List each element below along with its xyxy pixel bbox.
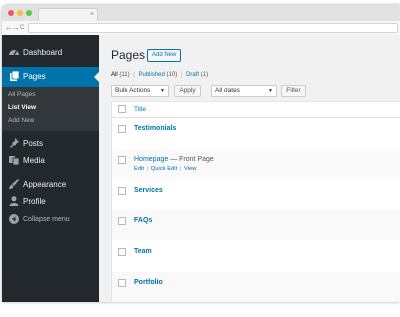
- filter-all[interactable]: All: [111, 72, 118, 78]
- bulk-actions-value: Bulk Actions: [115, 87, 151, 94]
- forward-icon[interactable]: →: [12, 22, 20, 34]
- main-content: Pages Add New All (11) | Published (10) …: [99, 35, 400, 302]
- user-icon: [9, 196, 19, 206]
- sidebar-item-label: Pages: [23, 72, 46, 81]
- page-title: Pages: [111, 48, 146, 62]
- action-separator: |: [179, 166, 182, 172]
- pin-icon: [10, 138, 19, 148]
- reload-icon[interactable]: C: [20, 22, 24, 34]
- filter-all-count: (11): [119, 72, 130, 78]
- table-row: Testimonials: [112, 118, 400, 148]
- chevron-down-icon: ▼: [268, 88, 273, 94]
- row-checkbox[interactable]: [118, 217, 126, 225]
- filter-separator: |: [180, 72, 183, 78]
- row-checkbox[interactable]: [118, 156, 126, 164]
- browser-navbar: ← → C: [2, 21, 400, 35]
- admin-sidebar: Dashboard Pages All Pages List View Add …: [2, 35, 99, 302]
- submenu-add-new[interactable]: Add New: [8, 117, 34, 124]
- browser-chrome: × ← → C: [2, 5, 400, 35]
- collapse-icon: [9, 214, 19, 224]
- minimize-window-button[interactable]: [17, 10, 23, 16]
- apply-button[interactable]: Apply: [174, 85, 201, 97]
- table-header: Title: [112, 102, 400, 118]
- row-checkbox[interactable]: [118, 187, 126, 195]
- row-title-link[interactable]: Services: [134, 187, 163, 194]
- sidebar-item-label: Collapse menu: [23, 216, 70, 223]
- address-bar[interactable]: [28, 23, 398, 33]
- filter-published-count: (10): [166, 72, 178, 78]
- browser-tab[interactable]: ×: [38, 8, 98, 21]
- filter-published[interactable]: Published: [138, 72, 164, 78]
- sidebar-item-label: Dashboard: [23, 48, 63, 57]
- pages-icon: [10, 70, 20, 81]
- row-title-link[interactable]: Portfolio: [134, 279, 163, 286]
- column-title[interactable]: Title: [134, 106, 146, 113]
- row-title-link[interactable]: Testimonials: [134, 125, 176, 132]
- sidebar-item-dashboard[interactable]: Dashboard: [2, 43, 99, 63]
- media-icon: [9, 156, 20, 166]
- table-row: Services: [112, 180, 400, 210]
- action-separator: |: [146, 166, 149, 172]
- table-row: Homepage — Front Page Edit | Quick Edit …: [112, 149, 400, 179]
- dashboard-icon: [9, 50, 19, 56]
- quick-edit-link[interactable]: Quick Edit: [151, 166, 177, 172]
- sidebar-item-profile[interactable]: Profile: [2, 192, 99, 212]
- row-title-link[interactable]: Team: [134, 248, 152, 255]
- new-tab-button[interactable]: [100, 10, 110, 20]
- add-new-button[interactable]: Add New: [147, 49, 182, 62]
- filter-draft-count: (1): [200, 72, 209, 78]
- sidebar-item-label: Profile: [23, 197, 46, 206]
- chevron-down-icon: ▼: [160, 88, 165, 94]
- view-link[interactable]: View: [184, 166, 196, 172]
- close-window-button[interactable]: [8, 10, 14, 16]
- row-checkbox[interactable]: [118, 125, 126, 133]
- row-title-link[interactable]: FAQs: [134, 217, 152, 224]
- sidebar-item-media[interactable]: Media: [2, 151, 99, 171]
- row-checkbox[interactable]: [118, 279, 126, 287]
- maximize-window-button[interactable]: [26, 10, 32, 16]
- row-checkbox[interactable]: [118, 248, 126, 256]
- submenu-list-view[interactable]: List View: [8, 104, 36, 111]
- table-row: FAQs: [112, 210, 400, 240]
- pages-submenu: All Pages List View Add New: [2, 87, 99, 131]
- dates-select[interactable]: All dates ▼: [211, 85, 277, 97]
- filter-button[interactable]: Filter: [281, 85, 306, 97]
- row-title-link[interactable]: Homepage: [134, 156, 168, 163]
- collapse-menu-button[interactable]: Collapse menu: [2, 210, 99, 230]
- browser-window: × ← → C Dashboard Pages All Pages List V…: [2, 5, 400, 302]
- sidebar-item-label: Media: [23, 156, 45, 165]
- pages-table: Title Testimonials Homepage — Front Page…: [111, 101, 400, 302]
- filter-draft[interactable]: Draft: [186, 72, 199, 78]
- sidebar-item-pages[interactable]: Pages: [2, 67, 99, 87]
- row-title: Homepage — Front Page: [134, 156, 214, 163]
- status-filters: All (11) | Published (10) | Draft (1): [111, 72, 208, 78]
- edit-link[interactable]: Edit: [134, 166, 144, 172]
- submenu-all-pages[interactable]: All Pages: [8, 91, 35, 98]
- dates-value: All dates: [215, 87, 240, 94]
- bulk-actions-select[interactable]: Bulk Actions ▼: [111, 85, 169, 97]
- row-actions: Edit | Quick Edit | View: [134, 166, 196, 172]
- table-row: Portfolio: [112, 272, 400, 302]
- select-all-checkbox[interactable]: [118, 105, 126, 113]
- page-state: — Front Page: [168, 156, 214, 163]
- table-row: Team: [112, 241, 400, 271]
- paintbrush-icon: [9, 179, 19, 189]
- filter-separator: |: [133, 72, 135, 78]
- tab-close-icon[interactable]: ×: [90, 9, 94, 21]
